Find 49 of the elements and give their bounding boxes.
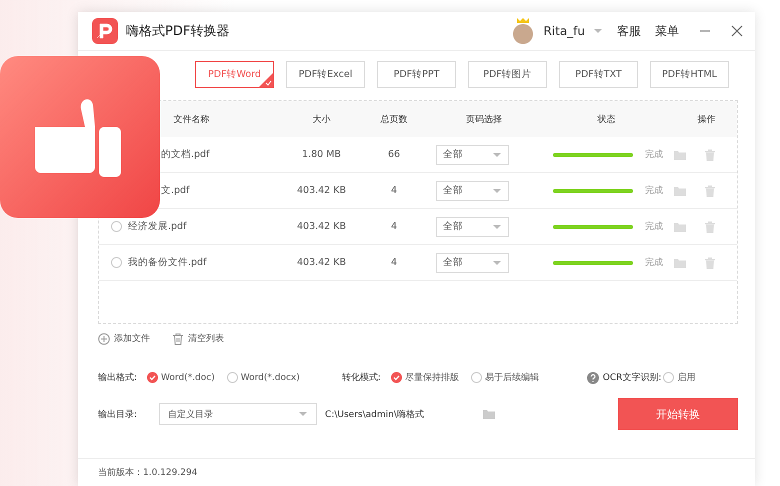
column-header: 操作 [696,114,716,126]
status-text: 完成 [645,256,663,269]
file-size: 403.42 KB [296,185,347,196]
option-label: 输出目录: [98,408,138,420]
radio-option[interactable]: 尽量保持排版 [390,371,459,384]
page-count: 4 [390,221,398,232]
column-header: 文件名称 [172,114,210,126]
user-name[interactable]: Rita_fu [543,24,585,38]
column-header: 总页数 [380,114,408,126]
tab[interactable]: PDF转PPT [377,61,456,88]
output-dir-select[interactable]: 自定义目录 [159,403,318,425]
page-count: 4 [390,257,398,268]
radio-option[interactable]: 易于后续编辑 [470,371,539,384]
menu-link[interactable]: 菜单 [655,22,679,40]
tab[interactable]: PDF转图片 [468,61,547,88]
option-label: 输出格式: [98,372,138,384]
status-text: 完成 [645,148,663,161]
page-range-select[interactable]: 全部 [436,252,509,272]
column-header: 状态 [596,114,616,126]
file-name: 的文档.pdf [161,148,210,161]
status-text: 完成 [645,220,663,233]
column-header: 页码选择 [465,114,503,126]
file-name: 文.pdf [161,184,190,197]
file-name: 经济发展.pdf [128,220,186,233]
output-path: C:\Users\admin\嗨格式 [325,408,425,420]
status-text: 完成 [645,184,663,197]
add-file-button[interactable]: 添加文件 [98,332,150,345]
window-title: 嗨格式PDF转换器 [126,23,230,40]
page-count: 66 [386,149,402,160]
radio-option[interactable]: Word(*.doc) [147,372,215,383]
file-size: 1.80 MB [301,149,342,160]
clear-list-button[interactable]: 清空列表 [172,332,224,345]
column-header: 大小 [312,114,332,126]
page-range-select[interactable]: 全部 [436,180,509,200]
file-size: 403.42 KB [296,221,347,232]
option-label: 转化模式: [342,372,381,384]
page-count: 4 [390,185,398,196]
tab[interactable]: PDF转Excel [286,61,365,88]
option-label: OCR文字识别: [602,372,662,384]
file-name: 我的备份文件.pdf [128,256,206,269]
radio-option[interactable]: 启用 [663,371,696,384]
page-range-select[interactable]: 全部 [436,144,509,164]
tab[interactable]: PDF转TXT [559,61,638,88]
file-size: 403.42 KB [296,257,347,268]
page-range-select[interactable]: 全部 [436,216,509,236]
radio-option[interactable]: Word(*.docx) [226,372,300,383]
version-text: 当前版本：1.0.129.294 [98,466,198,479]
menu-link[interactable]: 客服 [617,22,641,40]
tab[interactable]: PDF转HTML [650,61,729,88]
